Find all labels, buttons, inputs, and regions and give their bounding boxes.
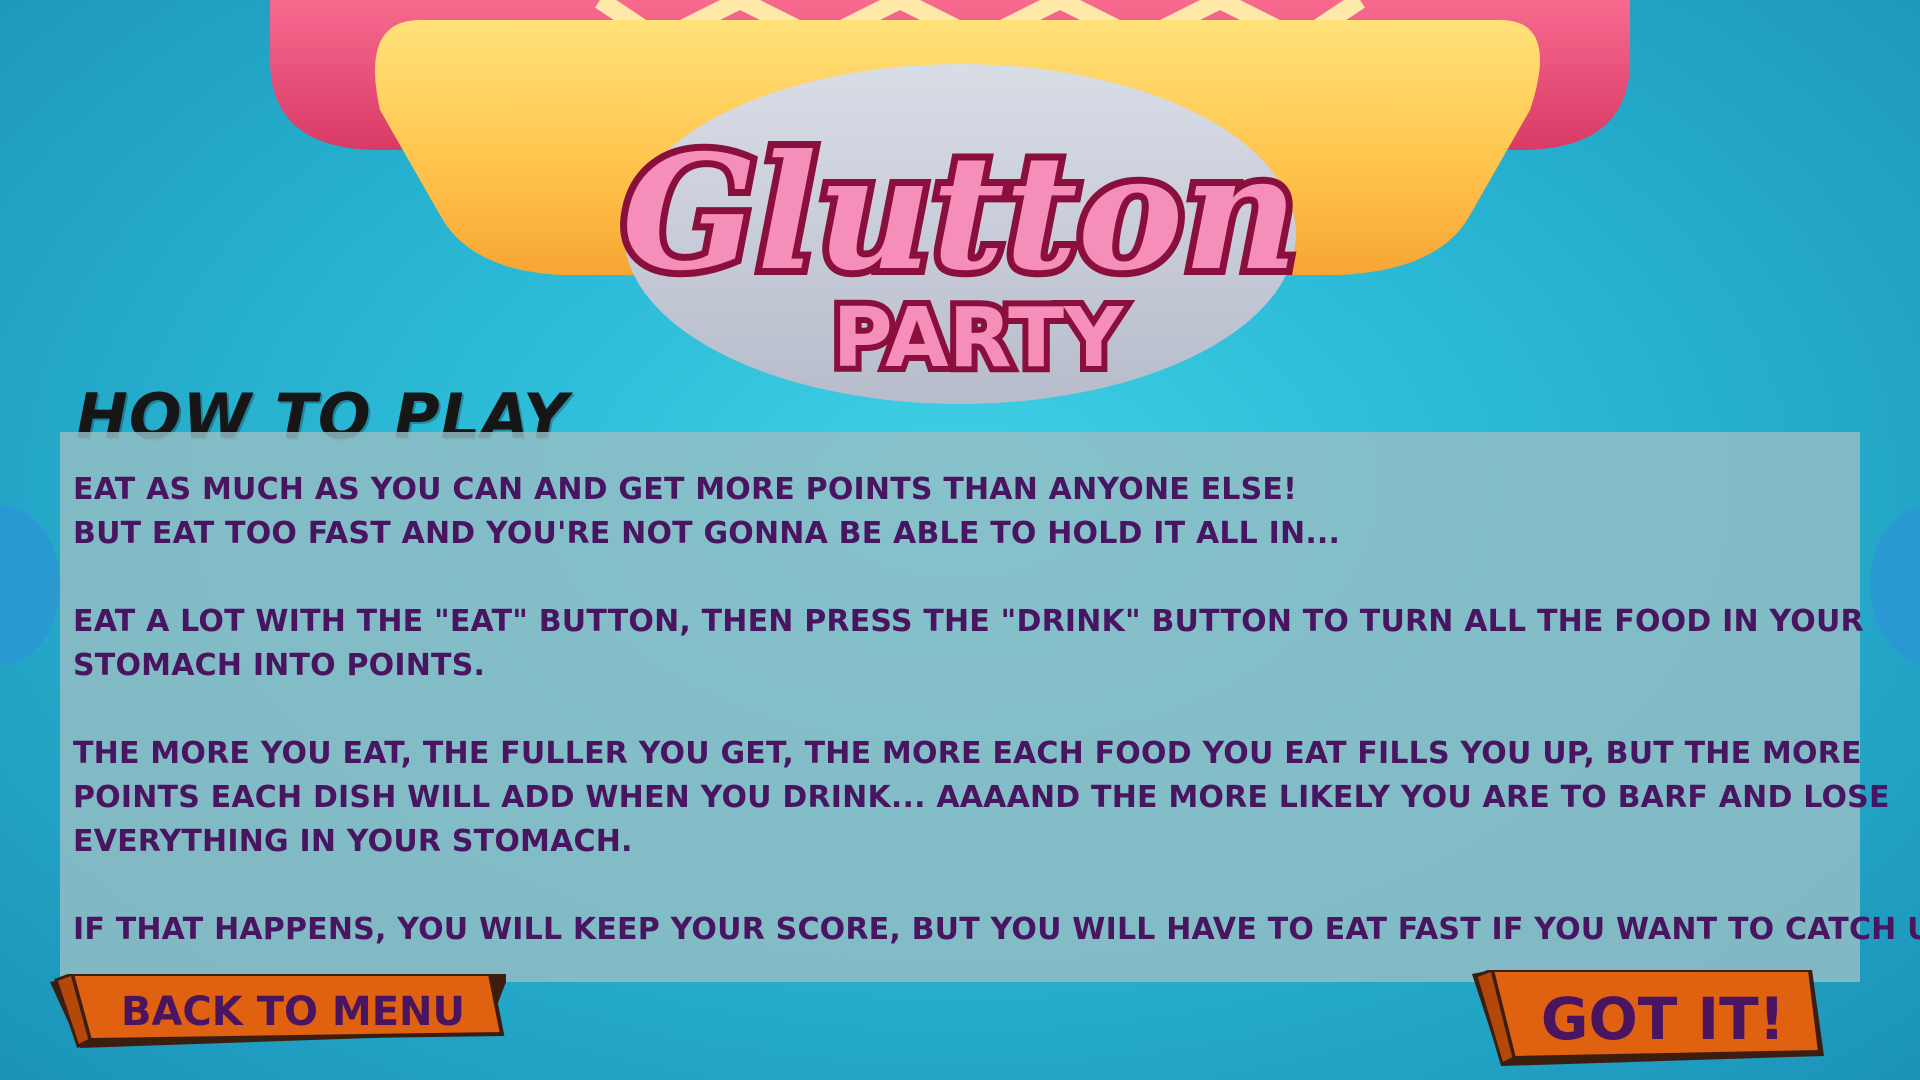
- instruction-line: EVERYTHING IN YOUR STOMACH.: [73, 824, 633, 859]
- instructions-panel: EAT AS MUCH AS YOU CAN AND GET MORE POIN…: [60, 432, 1920, 982]
- back-to-menu-button[interactable]: BACK TO MENU: [50, 974, 506, 1048]
- side-logo-right: [1870, 506, 1920, 664]
- instruction-paragraph: THE MORE YOU EAT, THE FULLER YOU GET, TH…: [73, 732, 1890, 864]
- logo-subtitle: PARTY: [833, 291, 1125, 386]
- back-to-menu-label: BACK TO MENU: [120, 989, 466, 1035]
- instruction-line: IF THAT HAPPENS, YOU WILL KEEP YOUR SCOR…: [73, 912, 1920, 947]
- instruction-line: THE MORE YOU EAT, THE FULLER YOU GET, TH…: [73, 736, 1862, 771]
- instruction-paragraph: EAT AS MUCH AS YOU CAN AND GET MORE POIN…: [73, 468, 1860, 556]
- instruction-line: EAT AS MUCH AS YOU CAN AND GET MORE POIN…: [73, 472, 1297, 507]
- game-screen: Glutton PARTY HOW TO PLAY EAT AS MUCH AS…: [0, 0, 1920, 1080]
- hotdog-illustration: Glutton PARTY: [270, 0, 1630, 404]
- got-it-label: GOT IT!: [1540, 985, 1786, 1053]
- got-it-button[interactable]: GOT IT!: [1472, 970, 1824, 1066]
- instruction-paragraph: IF THAT HAPPENS, YOU WILL KEEP YOUR SCOR…: [73, 908, 1920, 952]
- logo-title: Glutton: [622, 121, 1298, 306]
- instruction-line: POINTS EACH DISH WILL ADD WHEN YOU DRINK…: [73, 780, 1890, 815]
- instruction-line: EAT A LOT WITH THE "EAT" BUTTON, THEN PR…: [73, 604, 1864, 639]
- side-logo-left: [0, 505, 60, 665]
- instruction-line: BUT EAT TOO FAST AND YOU'RE NOT GONNA BE…: [73, 516, 1341, 551]
- instruction-paragraph: EAT A LOT WITH THE "EAT" BUTTON, THEN PR…: [73, 600, 1864, 688]
- instruction-line: STOMACH INTO POINTS.: [73, 648, 486, 683]
